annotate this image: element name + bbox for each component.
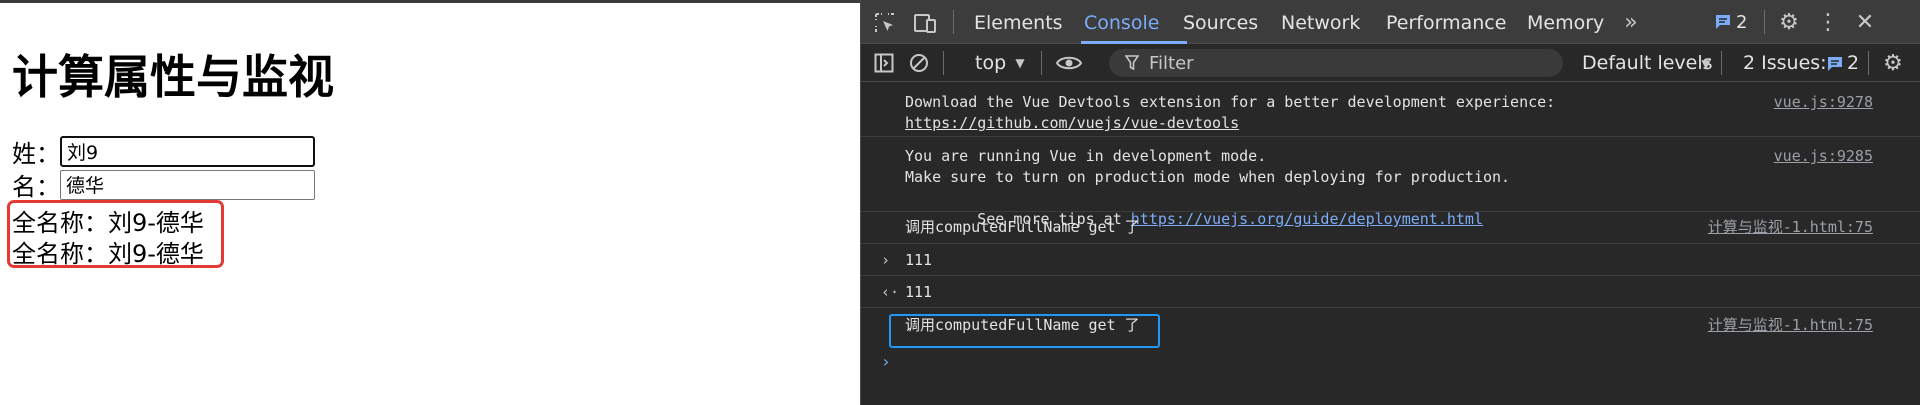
toolbar-separator — [1041, 51, 1042, 75]
issues-badge-count[interactable]: 2 — [1736, 12, 1747, 33]
issues-toolbar-count[interactable]: 2 — [1847, 52, 1859, 74]
tab-console[interactable]: Console — [1084, 12, 1159, 34]
more-options-icon[interactable]: ⋮ — [1816, 10, 1840, 35]
message-source-link[interactable]: vue.js:9278 — [1774, 92, 1873, 113]
close-icon[interactable]: ✕ — [1853, 10, 1877, 35]
message-source-link[interactable]: 计算与监视-1.html:75 — [1708, 217, 1873, 238]
console-message: 调用computedFullName get 了 计算与监视-1.html:75 — [861, 212, 1920, 244]
devtools-panel: Elements Console Sources Network Perform… — [860, 0, 1920, 405]
last-name-input[interactable] — [60, 136, 315, 167]
tab-memory[interactable]: Memory — [1527, 12, 1604, 34]
page-title: 计算属性与监视 — [12, 50, 334, 104]
inspect-element-icon[interactable] — [873, 11, 897, 35]
message-text: You are running Vue in development mode. — [905, 147, 1267, 165]
console-input-text: 111 — [905, 251, 933, 269]
console-message: Download the Vue Devtools extension for … — [861, 82, 1920, 137]
filter-input[interactable] — [1149, 50, 1549, 76]
last-name-row: 姓： — [12, 134, 315, 169]
message-source-link[interactable]: vue.js:9285 — [1774, 146, 1873, 167]
web-page: 计算属性与监视 姓： 名： 全名称：刘9-德华 全名称：刘9-德华 — [0, 0, 860, 405]
message-text: Make sure to turn on production mode whe… — [905, 168, 1511, 186]
filter-box[interactable] — [1109, 49, 1563, 77]
device-toolbar-icon[interactable] — [913, 11, 937, 35]
issues-label[interactable]: 2 Issues: — [1743, 52, 1827, 74]
issues-message-icon[interactable] — [1826, 55, 1844, 73]
return-arrow-icon: ‹· — [881, 283, 900, 301]
console-prompt-icon[interactable]: › — [881, 352, 891, 371]
console-result-value: 111 — [905, 283, 933, 301]
tab-elements[interactable]: Elements — [974, 12, 1063, 34]
message-highlight-box — [889, 314, 1160, 348]
toolbar-separator — [943, 51, 944, 75]
console-message: You are running Vue in development mode.… — [861, 137, 1920, 228]
toolbar-separator — [1868, 51, 1869, 75]
devtools-tab-bar: Elements Console Sources Network Perform… — [861, 0, 1920, 44]
live-expression-eye-icon[interactable] — [1055, 51, 1083, 75]
chevron-down-icon[interactable]: ▼ — [1699, 54, 1713, 74]
toolbar-separator — [953, 10, 954, 34]
console-output: Download the Vue Devtools extension for … — [861, 82, 1920, 405]
message-text: Download the Vue Devtools extension for … — [905, 93, 1556, 111]
tab-sources[interactable]: Sources — [1183, 12, 1258, 34]
context-selector[interactable]: top — [975, 52, 1006, 74]
chevron-down-icon[interactable]: ▼ — [1013, 53, 1027, 73]
console-settings-gear-icon[interactable]: ⚙ — [1881, 51, 1905, 76]
message-link[interactable]: https://github.com/vuejs/vue-devtools — [905, 113, 1239, 134]
console-toolbar: top ▼ Default levels ▼ 2 Issues: 2 ⚙ — [861, 44, 1920, 82]
console-input-row: › 111 — [861, 244, 1920, 276]
sidebar-toggle-icon[interactable] — [873, 52, 895, 74]
message-source-link[interactable]: 计算与监视-1.html:75 — [1708, 315, 1873, 336]
fullname-highlight-box — [7, 200, 224, 268]
clear-console-icon[interactable] — [908, 52, 930, 74]
tab-performance[interactable]: Performance — [1386, 12, 1506, 34]
log-levels-dropdown[interactable]: Default levels — [1582, 52, 1713, 74]
console-result-row: ‹· 111 — [861, 276, 1920, 308]
tab-network[interactable]: Network — [1281, 12, 1360, 34]
toolbar-separator — [1721, 51, 1722, 75]
settings-gear-icon[interactable]: ⚙ — [1777, 10, 1801, 35]
toolbar-separator — [1764, 10, 1765, 34]
message-text: 调用computedFullName get 了 — [905, 218, 1140, 236]
chevron-right-icon: › — [881, 251, 891, 269]
first-name-label: 名： — [12, 173, 60, 201]
more-tabs-icon[interactable]: » — [1619, 10, 1643, 35]
first-name-row: 名： — [12, 167, 315, 202]
issues-message-icon[interactable] — [1713, 12, 1733, 32]
first-name-input[interactable] — [60, 169, 315, 200]
last-name-label: 姓： — [12, 140, 60, 168]
filter-funnel-icon — [1123, 54, 1141, 72]
